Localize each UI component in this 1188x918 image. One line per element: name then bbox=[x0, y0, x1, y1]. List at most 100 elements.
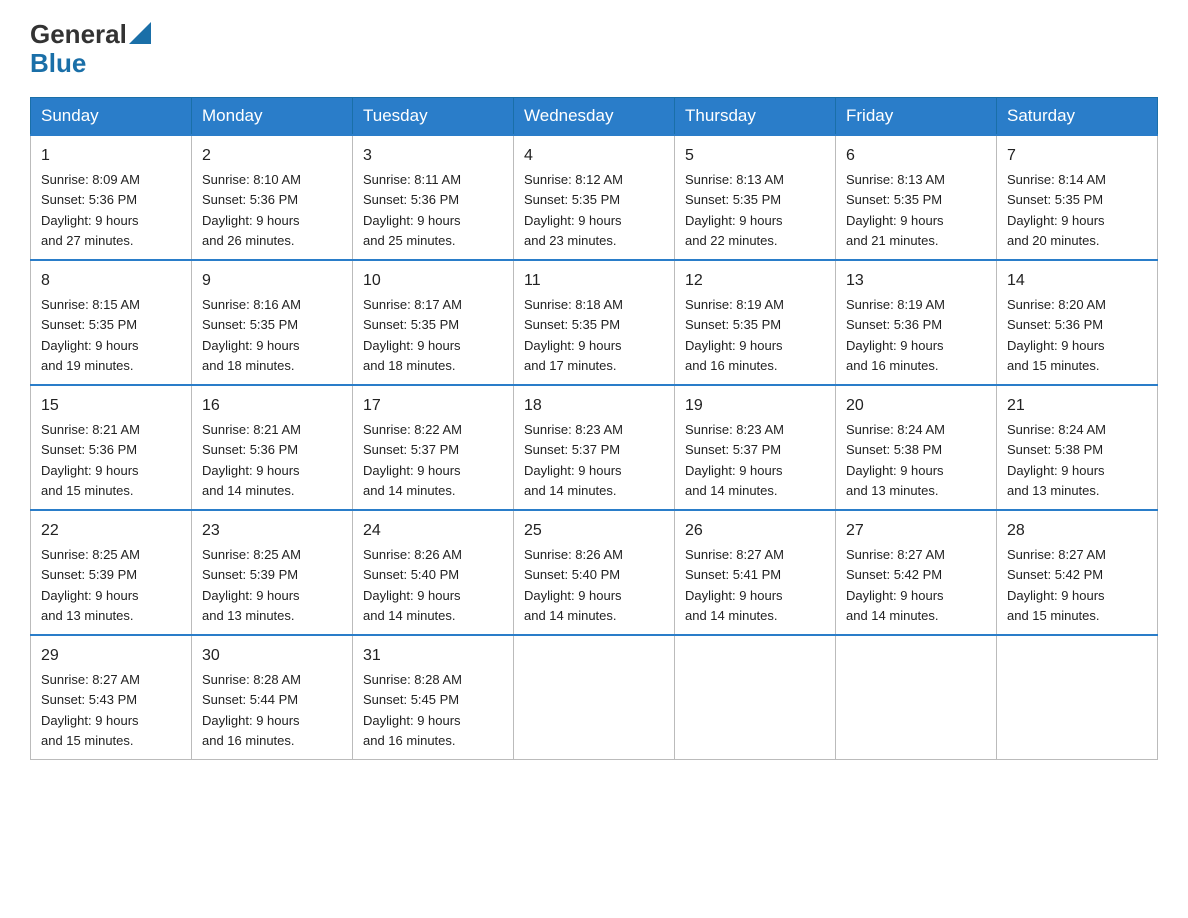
calendar-week-row: 22 Sunrise: 8:25 AM Sunset: 5:39 PM Dayl… bbox=[31, 510, 1158, 635]
calendar-day-cell: 23 Sunrise: 8:25 AM Sunset: 5:39 PM Dayl… bbox=[192, 510, 353, 635]
day-number: 13 bbox=[846, 269, 986, 293]
day-info: Sunrise: 8:27 AM Sunset: 5:41 PM Dayligh… bbox=[685, 547, 784, 623]
calendar-day-cell: 25 Sunrise: 8:26 AM Sunset: 5:40 PM Dayl… bbox=[514, 510, 675, 635]
calendar-table: SundayMondayTuesdayWednesdayThursdayFrid… bbox=[30, 97, 1158, 760]
day-of-week-header: Tuesday bbox=[353, 98, 514, 136]
day-info: Sunrise: 8:09 AM Sunset: 5:36 PM Dayligh… bbox=[41, 172, 140, 248]
calendar-day-cell: 28 Sunrise: 8:27 AM Sunset: 5:42 PM Dayl… bbox=[997, 510, 1158, 635]
logo-arrow-icon bbox=[129, 22, 151, 44]
day-info: Sunrise: 8:17 AM Sunset: 5:35 PM Dayligh… bbox=[363, 297, 462, 373]
day-number: 25 bbox=[524, 519, 664, 543]
calendar-day-cell: 24 Sunrise: 8:26 AM Sunset: 5:40 PM Dayl… bbox=[353, 510, 514, 635]
day-info: Sunrise: 8:28 AM Sunset: 5:45 PM Dayligh… bbox=[363, 672, 462, 748]
day-number: 5 bbox=[685, 144, 825, 168]
day-info: Sunrise: 8:24 AM Sunset: 5:38 PM Dayligh… bbox=[1007, 422, 1106, 498]
day-number: 18 bbox=[524, 394, 664, 418]
day-of-week-header: Monday bbox=[192, 98, 353, 136]
day-info: Sunrise: 8:12 AM Sunset: 5:35 PM Dayligh… bbox=[524, 172, 623, 248]
calendar-day-cell: 31 Sunrise: 8:28 AM Sunset: 5:45 PM Dayl… bbox=[353, 635, 514, 760]
day-info: Sunrise: 8:27 AM Sunset: 5:42 PM Dayligh… bbox=[846, 547, 945, 623]
calendar-day-cell bbox=[514, 635, 675, 760]
calendar-day-cell: 10 Sunrise: 8:17 AM Sunset: 5:35 PM Dayl… bbox=[353, 260, 514, 385]
calendar-day-cell: 2 Sunrise: 8:10 AM Sunset: 5:36 PM Dayli… bbox=[192, 135, 353, 260]
day-number: 29 bbox=[41, 644, 181, 668]
logo-blue-label: Blue bbox=[30, 48, 86, 78]
day-info: Sunrise: 8:23 AM Sunset: 5:37 PM Dayligh… bbox=[685, 422, 784, 498]
day-number: 15 bbox=[41, 394, 181, 418]
day-info: Sunrise: 8:27 AM Sunset: 5:43 PM Dayligh… bbox=[41, 672, 140, 748]
day-number: 12 bbox=[685, 269, 825, 293]
calendar-day-cell: 29 Sunrise: 8:27 AM Sunset: 5:43 PM Dayl… bbox=[31, 635, 192, 760]
day-info: Sunrise: 8:14 AM Sunset: 5:35 PM Dayligh… bbox=[1007, 172, 1106, 248]
day-number: 16 bbox=[202, 394, 342, 418]
day-number: 8 bbox=[41, 269, 181, 293]
calendar-day-cell: 16 Sunrise: 8:21 AM Sunset: 5:36 PM Dayl… bbox=[192, 385, 353, 510]
day-info: Sunrise: 8:20 AM Sunset: 5:36 PM Dayligh… bbox=[1007, 297, 1106, 373]
day-number: 7 bbox=[1007, 144, 1147, 168]
calendar-week-row: 1 Sunrise: 8:09 AM Sunset: 5:36 PM Dayli… bbox=[31, 135, 1158, 260]
calendar-day-cell bbox=[675, 635, 836, 760]
day-info: Sunrise: 8:18 AM Sunset: 5:35 PM Dayligh… bbox=[524, 297, 623, 373]
calendar-day-cell: 9 Sunrise: 8:16 AM Sunset: 5:35 PM Dayli… bbox=[192, 260, 353, 385]
logo: General Blue bbox=[30, 20, 151, 77]
calendar-day-cell: 19 Sunrise: 8:23 AM Sunset: 5:37 PM Dayl… bbox=[675, 385, 836, 510]
calendar-day-cell: 17 Sunrise: 8:22 AM Sunset: 5:37 PM Dayl… bbox=[353, 385, 514, 510]
calendar-day-cell: 21 Sunrise: 8:24 AM Sunset: 5:38 PM Dayl… bbox=[997, 385, 1158, 510]
day-number: 22 bbox=[41, 519, 181, 543]
day-info: Sunrise: 8:26 AM Sunset: 5:40 PM Dayligh… bbox=[363, 547, 462, 623]
calendar-day-cell: 12 Sunrise: 8:19 AM Sunset: 5:35 PM Dayl… bbox=[675, 260, 836, 385]
day-number: 14 bbox=[1007, 269, 1147, 293]
day-of-week-header: Thursday bbox=[675, 98, 836, 136]
day-number: 27 bbox=[846, 519, 986, 543]
day-info: Sunrise: 8:10 AM Sunset: 5:36 PM Dayligh… bbox=[202, 172, 301, 248]
day-number: 31 bbox=[363, 644, 503, 668]
calendar-day-cell bbox=[997, 635, 1158, 760]
day-info: Sunrise: 8:13 AM Sunset: 5:35 PM Dayligh… bbox=[846, 172, 945, 248]
calendar-day-cell: 20 Sunrise: 8:24 AM Sunset: 5:38 PM Dayl… bbox=[836, 385, 997, 510]
calendar-day-cell: 18 Sunrise: 8:23 AM Sunset: 5:37 PM Dayl… bbox=[514, 385, 675, 510]
calendar-week-row: 29 Sunrise: 8:27 AM Sunset: 5:43 PM Dayl… bbox=[31, 635, 1158, 760]
logo-wordmark: General Blue bbox=[30, 20, 151, 77]
day-number: 28 bbox=[1007, 519, 1147, 543]
day-number: 26 bbox=[685, 519, 825, 543]
day-of-week-header: Saturday bbox=[997, 98, 1158, 136]
calendar-day-cell: 4 Sunrise: 8:12 AM Sunset: 5:35 PM Dayli… bbox=[514, 135, 675, 260]
day-number: 1 bbox=[41, 144, 181, 168]
page-header: General Blue bbox=[30, 20, 1158, 77]
calendar-day-cell: 11 Sunrise: 8:18 AM Sunset: 5:35 PM Dayl… bbox=[514, 260, 675, 385]
calendar-header-row: SundayMondayTuesdayWednesdayThursdayFrid… bbox=[31, 98, 1158, 136]
calendar-day-cell: 5 Sunrise: 8:13 AM Sunset: 5:35 PM Dayli… bbox=[675, 135, 836, 260]
day-info: Sunrise: 8:15 AM Sunset: 5:35 PM Dayligh… bbox=[41, 297, 140, 373]
calendar-day-cell bbox=[836, 635, 997, 760]
day-number: 23 bbox=[202, 519, 342, 543]
day-info: Sunrise: 8:19 AM Sunset: 5:36 PM Dayligh… bbox=[846, 297, 945, 373]
day-of-week-header: Sunday bbox=[31, 98, 192, 136]
day-info: Sunrise: 8:22 AM Sunset: 5:37 PM Dayligh… bbox=[363, 422, 462, 498]
calendar-day-cell: 30 Sunrise: 8:28 AM Sunset: 5:44 PM Dayl… bbox=[192, 635, 353, 760]
calendar-day-cell: 13 Sunrise: 8:19 AM Sunset: 5:36 PM Dayl… bbox=[836, 260, 997, 385]
calendar-day-cell: 1 Sunrise: 8:09 AM Sunset: 5:36 PM Dayli… bbox=[31, 135, 192, 260]
day-number: 10 bbox=[363, 269, 503, 293]
day-number: 3 bbox=[363, 144, 503, 168]
day-info: Sunrise: 8:19 AM Sunset: 5:35 PM Dayligh… bbox=[685, 297, 784, 373]
logo-general-label: General bbox=[30, 20, 127, 49]
day-number: 19 bbox=[685, 394, 825, 418]
day-info: Sunrise: 8:25 AM Sunset: 5:39 PM Dayligh… bbox=[202, 547, 301, 623]
calendar-week-row: 15 Sunrise: 8:21 AM Sunset: 5:36 PM Dayl… bbox=[31, 385, 1158, 510]
day-info: Sunrise: 8:24 AM Sunset: 5:38 PM Dayligh… bbox=[846, 422, 945, 498]
calendar-day-cell: 8 Sunrise: 8:15 AM Sunset: 5:35 PM Dayli… bbox=[31, 260, 192, 385]
calendar-day-cell: 22 Sunrise: 8:25 AM Sunset: 5:39 PM Dayl… bbox=[31, 510, 192, 635]
day-number: 17 bbox=[363, 394, 503, 418]
calendar-day-cell: 6 Sunrise: 8:13 AM Sunset: 5:35 PM Dayli… bbox=[836, 135, 997, 260]
day-info: Sunrise: 8:13 AM Sunset: 5:35 PM Dayligh… bbox=[685, 172, 784, 248]
day-info: Sunrise: 8:26 AM Sunset: 5:40 PM Dayligh… bbox=[524, 547, 623, 623]
calendar-day-cell: 26 Sunrise: 8:27 AM Sunset: 5:41 PM Dayl… bbox=[675, 510, 836, 635]
day-number: 9 bbox=[202, 269, 342, 293]
day-number: 24 bbox=[363, 519, 503, 543]
day-number: 21 bbox=[1007, 394, 1147, 418]
day-number: 30 bbox=[202, 644, 342, 668]
day-of-week-header: Wednesday bbox=[514, 98, 675, 136]
day-number: 20 bbox=[846, 394, 986, 418]
day-info: Sunrise: 8:11 AM Sunset: 5:36 PM Dayligh… bbox=[363, 172, 461, 248]
day-info: Sunrise: 8:27 AM Sunset: 5:42 PM Dayligh… bbox=[1007, 547, 1106, 623]
